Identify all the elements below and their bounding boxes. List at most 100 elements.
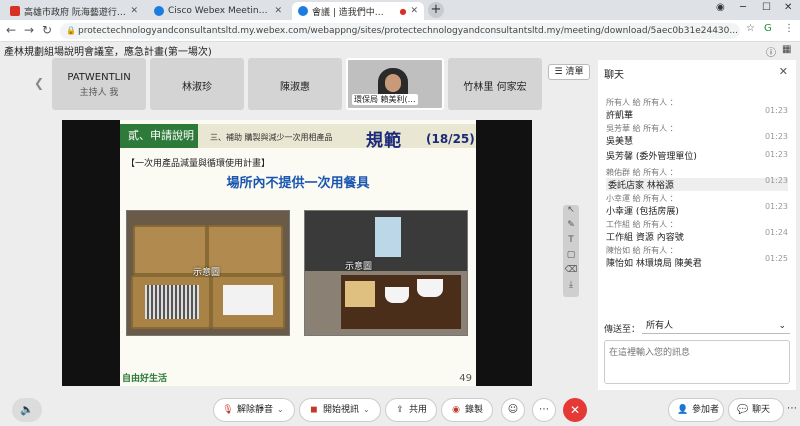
- person-icon: 👤: [677, 405, 689, 415]
- tab-label: 高雄市政府 阮海藝遊行事會報…: [24, 7, 126, 18]
- info-icon[interactable]: ⓘ: [766, 44, 776, 59]
- url-field[interactable]: 🔒 protectechnologyandconsultantsltd.my.w…: [60, 23, 740, 39]
- new-tab-button[interactable]: +: [428, 2, 444, 18]
- thumb-prev-icon[interactable]: ❮: [34, 76, 44, 90]
- url-text: protectechnologyandconsultantsltd.my.web…: [78, 26, 738, 36]
- leave-meeting-button[interactable]: ✕: [563, 398, 587, 422]
- participant-role: 主持人 我: [79, 88, 119, 98]
- browser-tab-strip: 高雄市政府 阮海藝遊行事會報… ✕ Cisco Webex Meetings -…: [0, 0, 800, 20]
- message-time: 01:23: [764, 132, 788, 141]
- start-video-button[interactable]: ◼ 開始視訊 ⌄: [299, 398, 381, 422]
- participant-name: 陳淑惠: [280, 82, 310, 93]
- participant-thumb[interactable]: 竹林里 何家宏: [448, 58, 542, 110]
- unmute-label: 解除靜音: [237, 405, 274, 415]
- reload-icon[interactable]: ↻: [42, 23, 52, 37]
- participant-thumb[interactable]: 陳淑惠: [248, 58, 342, 110]
- chat-message: 所有人 給 所有人 ： 許凱華 01:23: [598, 94, 796, 121]
- browser-tab-3[interactable]: 會議 | 造我們中… ● ✕: [292, 2, 424, 20]
- chat-message: 陳怡如 給 所有人 ： 陳怡如 林環境局 陳美君 01:25: [598, 242, 796, 269]
- close-icon[interactable]: ✕: [410, 6, 418, 16]
- more-options-button[interactable]: ⋯: [532, 398, 556, 422]
- gmail-icon: [10, 6, 20, 16]
- slide-message: 場所內不提供一次用餐具: [226, 176, 370, 191]
- close-icon[interactable]: ✕: [130, 6, 138, 16]
- video-off-icon: ◼: [310, 405, 318, 415]
- chat-label: 聊天: [752, 405, 771, 415]
- extension-icon[interactable]: G: [764, 23, 772, 34]
- browser-tab-1[interactable]: 高雄市政府 阮海藝遊行事會報… ✕: [4, 2, 144, 20]
- forward-icon[interactable]: →: [24, 23, 34, 37]
- record-button[interactable]: ◉ 錄製: [441, 398, 493, 422]
- save-icon[interactable]: ⤓: [563, 280, 579, 295]
- meeting-title: 產林規劃組場說明會議室，應急計畫(第一場次): [4, 47, 212, 58]
- minimize-icon[interactable]: ─: [740, 2, 746, 13]
- window-close-icon[interactable]: ✕: [784, 2, 792, 13]
- more-icon: ⋯: [539, 404, 549, 415]
- participant-name: 竹林里 何家宏: [463, 82, 527, 93]
- tab-label: 會議 | 造我們中…: [312, 7, 384, 18]
- share-button[interactable]: ⇪ 共用: [385, 398, 437, 422]
- more-icon[interactable]: ⋯: [786, 398, 798, 422]
- message-body: 吳芳馨 (委外管理單位): [606, 152, 697, 162]
- slide-page: (18/25): [426, 132, 475, 146]
- close-icon[interactable]: ✕: [274, 6, 282, 16]
- address-bar: ← → ↻ 🔒 protectechnologyandconsultantslt…: [0, 20, 800, 42]
- chat-title: 聊天: [604, 70, 624, 81]
- speaker-icon: 🔈: [20, 403, 34, 416]
- message-sender: 吳芳華 給 所有人 ：: [606, 124, 678, 133]
- chat-button[interactable]: 💬 聊天: [728, 398, 784, 422]
- slide-subtitle: 三、補助 購製與減少一次用相產品: [210, 133, 333, 142]
- webex-icon: [298, 6, 308, 16]
- participants-label: 參加者: [692, 405, 720, 415]
- record-label: 錄製: [465, 405, 484, 415]
- chat-message: 吳芳華 給 所有人 ： 吳美慧 01:23: [598, 120, 796, 147]
- send-to-select[interactable]: 所有人 ⌄: [642, 318, 790, 334]
- slide-logo: 自由好生活: [122, 374, 168, 384]
- reactions-button[interactable]: ☺: [501, 398, 525, 422]
- message-sender: 所有人 給 所有人 ：: [606, 98, 678, 107]
- message-time: 01:23: [764, 150, 788, 159]
- participant-thumb[interactable]: PATWENTLIN 主持人 我: [52, 58, 146, 110]
- close-icon[interactable]: ✕: [779, 65, 788, 78]
- eraser-icon[interactable]: ⌫: [563, 265, 579, 280]
- chevron-down-icon: ⌄: [363, 405, 370, 414]
- tea-tray-photo: 示意圖: [304, 210, 468, 336]
- participant-name: PATWENTLIN: [67, 72, 131, 83]
- unmute-button[interactable]: 🎙 解除靜音 ⌄: [213, 398, 295, 422]
- text-icon[interactable]: T: [563, 235, 579, 250]
- audio-settings-button[interactable]: 🔈: [12, 398, 42, 422]
- message-body: 陳怡如 林環境局 陳美君: [606, 259, 702, 269]
- active-speaker-thumb[interactable]: 環保局 賴美利(…: [346, 58, 444, 110]
- chat-input[interactable]: [604, 340, 790, 384]
- shape-icon[interactable]: ▢: [563, 250, 579, 265]
- participants-button[interactable]: 👤 參加者: [668, 398, 724, 422]
- webex-icon: [154, 6, 164, 16]
- more-icon[interactable]: ⋮: [784, 23, 794, 34]
- pointer-icon[interactable]: ↖: [563, 205, 579, 220]
- close-icon: ✕: [569, 403, 581, 417]
- maximize-icon[interactable]: ☐: [762, 2, 771, 13]
- layout-icon[interactable]: ▦: [782, 44, 791, 55]
- participant-thumb[interactable]: 林淑珍: [150, 58, 244, 110]
- message-time: 01:23: [764, 106, 788, 115]
- list-view-button[interactable]: ☰ 清單: [548, 64, 590, 80]
- chat-message: 工作組 給 所有人 ： 工作組 資源 內容號 01:24: [598, 216, 796, 243]
- slide-headline: 規範: [366, 131, 402, 151]
- pen-icon[interactable]: ✎: [563, 220, 579, 235]
- chat-message: 賴佑群 給 所有人 ： 委託店家 林裕源 01:23: [598, 164, 796, 191]
- profile-icon[interactable]: ◉: [716, 2, 725, 13]
- slide-section: 貳、申請說明: [120, 124, 198, 148]
- message-sender: 小幸運 給 所有人 ：: [606, 194, 678, 203]
- back-icon[interactable]: ←: [6, 23, 16, 37]
- send-to-value: 所有人: [646, 321, 674, 331]
- message-time: 01:25: [764, 254, 788, 263]
- message-sender: 工作組 給 所有人 ：: [606, 220, 678, 229]
- meeting-controls: 🔈 🎙 解除靜音 ⌄ ◼ 開始視訊 ⌄ ⇪ 共用 ◉ 錄製 ☺ ⋯ ✕ 👤 參加者 💬 聊天 ⋯: [0, 396, 800, 426]
- recording-dot-icon: ●: [399, 6, 407, 16]
- star-icon[interactable]: ☆: [746, 23, 755, 34]
- chevron-down-icon: ⌄: [277, 405, 284, 414]
- browser-tab-2[interactable]: Cisco Webex Meetings - Meeti… ✕: [148, 2, 288, 20]
- chat-message: 小幸運 給 所有人 ： 小幸運 (包括房展) 01:23: [598, 190, 796, 217]
- share-label: 共用: [409, 405, 428, 415]
- message-time: 01:23: [764, 176, 788, 185]
